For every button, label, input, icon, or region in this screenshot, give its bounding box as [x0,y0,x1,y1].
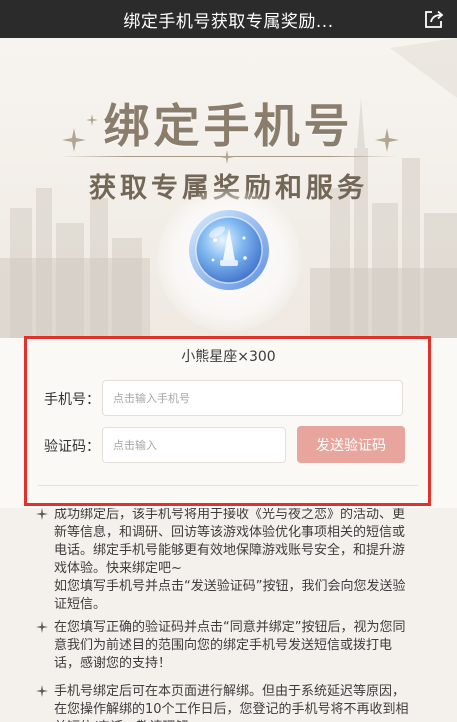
code-input[interactable] [102,427,286,463]
note-text: 在您填写正确的验证码并点击“同意并绑定”按钮后，视为您同意我们为前述目的范围向您… [54,620,406,671]
sparkle-icon [62,128,86,152]
note-text: 成功绑定后，该手机号将用于接收《光与夜之恋》的活动、更新等信息，和调研、回访等该… [54,508,406,576]
note-text: 如您填写手机号并点击“发送验证码”按钮，我们会向您发送验证短信。 [54,579,406,612]
sparkle-icon [220,150,234,164]
form-divider [38,485,418,486]
note-item: 如您填写手机号并点击“发送验证码”按钮，我们会向您发送验证短信。 [38,578,416,614]
reward-label: 小熊星座×300 [181,349,276,365]
note-text: 手机号绑定后可在本页面进行解绑。但由于系统延迟等原因，在您操作解绑的10个工作日… [54,684,409,722]
note-item: 成功绑定后，该手机号将用于接收《光与夜之恋》的活动、更新等信息，和调研、回访等该… [36,508,416,578]
note-item: 在您填写正确的验证码并点击“同意并绑定”按钮后，视为您同意我们为前述目的范围向您… [36,619,416,673]
star-bullet-icon [36,508,48,520]
coin-icon [187,208,271,292]
page-title: 绑定手机号获取专属奖励... [123,11,334,32]
star-bullet-icon [36,621,48,633]
sparkle-icon [86,114,98,126]
sparkle-icon [375,128,399,152]
phone-input[interactable] [102,380,403,416]
share-icon[interactable] [421,6,447,32]
star-bullet-icon [36,685,48,697]
send-code-button[interactable]: 发送验证码 [297,426,405,463]
top-bar: 绑定手机号获取专属奖励... [0,0,457,38]
phone-label: 手机号： [44,392,100,408]
notes-section: 成功绑定后，该手机号将用于接收《光与夜之恋》的活动、更新等信息，和调研、回访等该… [0,508,457,722]
code-label: 验证码： [44,439,100,455]
note-item: 手机号绑定后可在本页面进行解绑。但由于系统延迟等原因，在您操作解绑的10个工作日… [36,683,416,722]
